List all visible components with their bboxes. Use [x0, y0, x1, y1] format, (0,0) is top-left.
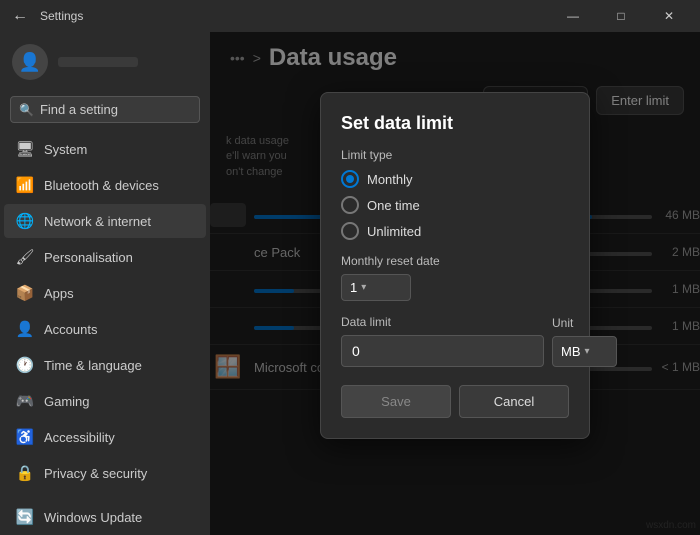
radio-item-monthly[interactable]: Monthly: [341, 170, 569, 188]
sidebar-item-personalisation[interactable]: 🖌 Personalisation: [4, 240, 206, 274]
cancel-button[interactable]: Cancel: [459, 385, 569, 418]
maximize-button[interactable]: □: [598, 0, 644, 32]
sidebar-item-network[interactable]: 🌐 Network & internet: [4, 204, 206, 238]
radio-circle-unlimited: [341, 222, 359, 240]
app-layout: 👤 🔍 🖥 System 📶 Bluetooth & devices 🌐 Net…: [0, 32, 700, 535]
radio-label-one-time: One time: [367, 198, 420, 213]
radio-label-monthly: Monthly: [367, 172, 413, 187]
accounts-icon: 👤: [16, 320, 34, 338]
unit-column: Unit MB ▾: [552, 316, 617, 367]
avatar: 👤: [12, 44, 48, 80]
titlebar-left: ← Settings: [8, 3, 83, 29]
set-data-limit-modal: Set data limit Limit type Monthly One ti…: [320, 92, 590, 439]
modal-overlay: Set data limit Limit type Monthly One ti…: [210, 32, 700, 535]
titlebar: ← Settings — □ ✕: [0, 0, 700, 32]
radio-circle-one-time: [341, 196, 359, 214]
network-icon: 🌐: [16, 212, 34, 230]
unit-dropdown[interactable]: MB ▾: [552, 336, 617, 367]
sidebar-item-gaming[interactable]: 🎮 Gaming: [4, 384, 206, 418]
reset-date-label: Monthly reset date: [341, 254, 569, 268]
close-button[interactable]: ✕: [646, 0, 692, 32]
radio-item-one-time[interactable]: One time: [341, 196, 569, 214]
user-name-placeholder: [58, 57, 138, 67]
privacy-icon: 🔒: [16, 464, 34, 482]
sidebar-item-label-apps: Apps: [44, 286, 74, 301]
save-button[interactable]: Save: [341, 385, 451, 418]
apps-icon: 📦: [16, 284, 34, 302]
sidebar-item-system[interactable]: 🖥 System: [4, 132, 206, 166]
titlebar-controls: — □ ✕: [550, 0, 692, 32]
sidebar-item-label-personalisation: Personalisation: [44, 250, 133, 265]
time-icon: 🕐: [16, 356, 34, 374]
back-button[interactable]: ←: [8, 3, 32, 29]
data-limit-row: Data limit Unit MB ▾: [341, 305, 569, 367]
reset-date-value: 1: [350, 280, 357, 295]
sidebar-item-label-network: Network & internet: [44, 214, 151, 229]
sidebar-item-label-privacy: Privacy & security: [44, 466, 147, 481]
reset-date-chevron-icon: ▾: [361, 282, 366, 293]
windows-update-icon: 🔄: [16, 508, 34, 526]
sidebar-item-apps[interactable]: 📦 Apps: [4, 276, 206, 310]
radio-item-unlimited[interactable]: Unlimited: [341, 222, 569, 240]
sidebar-item-label-windows-update: Windows Update: [44, 510, 142, 525]
search-box[interactable]: 🔍: [10, 96, 200, 123]
minimize-button[interactable]: —: [550, 0, 596, 32]
sidebar-item-label-bluetooth: Bluetooth & devices: [44, 178, 159, 193]
user-section: 👤: [0, 32, 210, 92]
sidebar-item-accessibility[interactable]: ♿ Accessibility: [4, 420, 206, 454]
search-icon: 🔍: [19, 103, 34, 117]
radio-dot-monthly: [346, 175, 354, 183]
sidebar-item-time[interactable]: 🕐 Time & language: [4, 348, 206, 382]
sidebar-item-privacy[interactable]: 🔒 Privacy & security: [4, 456, 206, 490]
limit-type-label: Limit type: [341, 148, 569, 162]
main-content: ••• > Data usage 🔌 Ethernet ▾ Enter limi…: [210, 32, 700, 535]
reset-date-dropdown[interactable]: 1 ▾: [341, 274, 411, 301]
radio-group-limit-type: Monthly One time Unlimited: [341, 170, 569, 240]
personalisation-icon: 🖌: [16, 248, 34, 266]
sidebar-item-label-accounts: Accounts: [44, 322, 97, 337]
sidebar-item-label-system: System: [44, 142, 87, 157]
radio-label-unlimited: Unlimited: [367, 224, 421, 239]
accessibility-icon: ♿: [16, 428, 34, 446]
data-limit-label: Data limit: [341, 315, 544, 329]
gaming-icon: 🎮: [16, 392, 34, 410]
sidebar-item-windows-update[interactable]: 🔄 Windows Update: [4, 500, 206, 534]
search-input[interactable]: [40, 102, 191, 117]
sidebar: 👤 🔍 🖥 System 📶 Bluetooth & devices 🌐 Net…: [0, 32, 210, 535]
sidebar-item-accounts[interactable]: 👤 Accounts: [4, 312, 206, 346]
sidebar-item-label-accessibility: Accessibility: [44, 430, 115, 445]
unit-label: Unit: [552, 316, 617, 330]
data-limit-input[interactable]: [341, 335, 544, 367]
unit-chevron-icon: ▾: [585, 346, 590, 357]
system-icon: 🖥: [16, 140, 34, 158]
modal-title: Set data limit: [341, 113, 569, 134]
sidebar-item-label-gaming: Gaming: [44, 394, 90, 409]
radio-circle-monthly: [341, 170, 359, 188]
sidebar-item-label-time: Time & language: [44, 358, 142, 373]
modal-actions: Save Cancel: [341, 385, 569, 418]
bluetooth-icon: 📶: [16, 176, 34, 194]
titlebar-title: Settings: [40, 9, 83, 23]
unit-value: MB: [561, 344, 581, 359]
sidebar-item-bluetooth[interactable]: 📶 Bluetooth & devices: [4, 168, 206, 202]
